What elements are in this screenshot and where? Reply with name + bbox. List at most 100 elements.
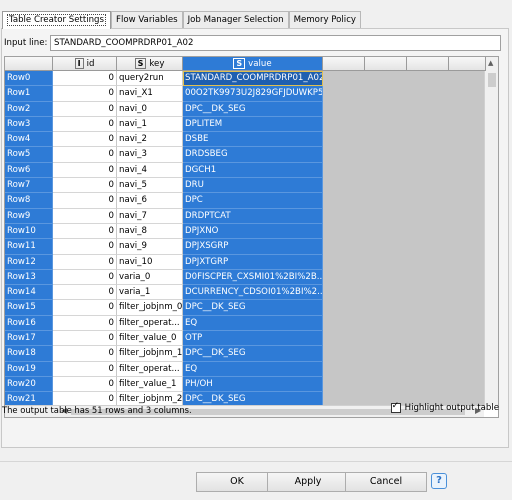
table-row[interactable]: Row8 0 navi_6 DPC [5,193,325,209]
key-cell[interactable]: filter_value_1 [117,376,183,393]
value-cell[interactable]: EQ [183,315,323,332]
id-cell[interactable]: 0 [53,223,117,240]
highlight-checkbox[interactable] [390,401,401,413]
key-cell[interactable]: query2run [117,71,183,87]
data-table[interactable]: Iid Skey Svalue Row0 0 query2run STANDARD_C… [4,56,499,418]
table-row[interactable]: Row13 0 varia_0 D0FISCPER_CXSMI01%2BI%2B... [5,269,325,286]
tab-memory-policy[interactable]: Memory Policy [288,11,362,28]
row-id-cell[interactable]: Row18 [5,346,53,362]
id-cell[interactable]: 0 [53,254,117,270]
id-cell[interactable]: 0 [53,300,117,316]
row-id-cell[interactable]: Row11 [5,239,53,255]
tab-job-manager-selection[interactable]: Job Manager Selection [182,11,289,28]
row-id-cell[interactable]: Row20 [5,376,53,393]
key-cell[interactable]: filter_operat... [117,315,183,332]
help-icon[interactable]: ? [431,473,447,489]
table-row[interactable]: Row1 0 navi_X1 00O2TK9973U2J829GFJDUWKP5 [5,86,325,102]
key-cell[interactable]: varia_0 [117,269,183,286]
value-cell[interactable]: DGCH1 [183,162,323,179]
id-cell[interactable]: 0 [53,208,117,224]
row-id-cell[interactable]: Row1 [5,86,53,102]
table-row[interactable]: Row16 0 filter_operat... EQ [5,315,325,332]
value-cell[interactable]: PH/OH [183,376,323,393]
input-line-field[interactable]: STANDARD_COOMPRDRP01_A02 [50,35,501,51]
table-row[interactable]: Row12 0 navi_10 DPJXTGRP [5,254,325,270]
scroll-thumb[interactable] [488,73,496,87]
row-id-cell[interactable]: Row8 [5,193,53,209]
value-cell[interactable]: DPJXTGRP [183,254,323,270]
key-cell[interactable]: navi_9 [117,239,183,255]
key-cell[interactable]: navi_6 [117,193,183,209]
row-id-cell[interactable]: Row4 [5,132,53,148]
row-id-cell[interactable]: Row6 [5,162,53,179]
key-cell[interactable]: filter_operat... [117,361,183,377]
row-id-cell[interactable]: Row14 [5,285,53,301]
id-cell[interactable]: 0 [53,193,117,209]
value-cell[interactable]: DPC__DK_SEG [183,346,323,362]
column-header-id[interactable]: Iid [53,57,117,71]
column-header-value[interactable]: Svalue [183,57,323,71]
row-id-cell[interactable]: Row16 [5,315,53,332]
id-cell[interactable]: 0 [53,331,117,347]
value-cell[interactable]: DPJXNO [183,223,323,240]
id-cell[interactable]: 0 [53,101,117,117]
table-row[interactable]: Row9 0 navi_7 DRDPTCAT [5,208,325,224]
table-row[interactable]: Row11 0 navi_9 DPJXSGRP [5,239,325,255]
key-cell[interactable]: navi_3 [117,147,183,163]
value-cell[interactable]: DPJXSGRP [183,239,323,255]
key-cell[interactable]: filter_jobjnm_1 [117,346,183,362]
row-id-header[interactable] [5,57,53,71]
key-cell[interactable]: navi_7 [117,208,183,224]
table-row[interactable]: Row2 0 navi_0 DPC__DK_SEG [5,101,325,117]
id-cell[interactable]: 0 [53,315,117,332]
key-cell[interactable]: navi_0 [117,101,183,117]
value-cell[interactable]: STANDARD_COOMPRDRP01_A02 [183,71,323,87]
key-cell[interactable]: filter_jobjnm_0 [117,300,183,316]
value-cell[interactable]: DRDSBEG [183,147,323,163]
key-cell[interactable]: navi_10 [117,254,183,270]
table-row[interactable]: Row10 0 navi_8 DPJXNO [5,223,325,240]
id-cell[interactable]: 0 [53,162,117,179]
value-cell[interactable]: DSBE [183,132,323,148]
id-cell[interactable]: 0 [53,239,117,255]
id-cell[interactable]: 0 [53,178,117,194]
key-cell[interactable]: navi_4 [117,162,183,179]
value-cell[interactable]: DPC__DK_SEG [183,101,323,117]
ok-button[interactable]: OK [196,472,278,492]
table-row[interactable]: Row14 0 varia_1 DCURRENCY_CDSOI01%2BI%2... [5,285,325,301]
id-cell[interactable]: 0 [53,147,117,163]
id-cell[interactable]: 0 [53,285,117,301]
row-id-cell[interactable]: Row13 [5,269,53,286]
value-cell[interactable]: DCURRENCY_CDSOI01%2BI%2... [183,285,323,301]
table-row[interactable]: Row3 0 navi_1 DPLITEM [5,116,325,133]
row-id-cell[interactable]: Row17 [5,331,53,347]
value-cell[interactable]: OTP [183,331,323,347]
table-row[interactable]: Row5 0 navi_3 DRDSBEG [5,147,325,163]
id-cell[interactable]: 0 [53,86,117,102]
id-cell[interactable]: 0 [53,71,117,87]
id-cell[interactable]: 0 [53,116,117,133]
cancel-button[interactable]: Cancel [345,472,427,492]
key-cell[interactable]: navi_X1 [117,86,183,102]
vertical-scrollbar[interactable]: ▲ [484,57,498,405]
apply-button[interactable]: Apply [267,472,349,492]
id-cell[interactable]: 0 [53,346,117,362]
key-cell[interactable]: navi_5 [117,178,183,194]
key-cell[interactable]: navi_2 [117,132,183,148]
table-row[interactable]: Row19 0 filter_operat... EQ [5,361,325,377]
row-id-cell[interactable]: Row19 [5,361,53,377]
key-cell[interactable]: navi_8 [117,223,183,240]
key-cell[interactable]: filter_value_0 [117,331,183,347]
key-cell[interactable]: varia_1 [117,285,183,301]
table-row[interactable]: Row20 0 filter_value_1 PH/OH [5,376,325,393]
table-row[interactable]: Row4 0 navi_2 DSBE [5,132,325,148]
value-cell[interactable]: EQ [183,361,323,377]
row-id-cell[interactable]: Row0 [5,71,53,87]
table-row[interactable]: Row0 0 query2run STANDARD_COOMPRDRP01_A02 [5,71,325,87]
value-cell[interactable]: DRDPTCAT [183,208,323,224]
value-cell[interactable]: DPC [183,193,323,209]
tab-table-creator-settings[interactable]: Table Creator Settings [2,11,111,29]
row-id-cell[interactable]: Row9 [5,208,53,224]
table-row[interactable]: Row7 0 navi_5 DRU [5,178,325,194]
table-row[interactable]: Row15 0 filter_jobjnm_0 DPC__DK_SEG [5,300,325,316]
